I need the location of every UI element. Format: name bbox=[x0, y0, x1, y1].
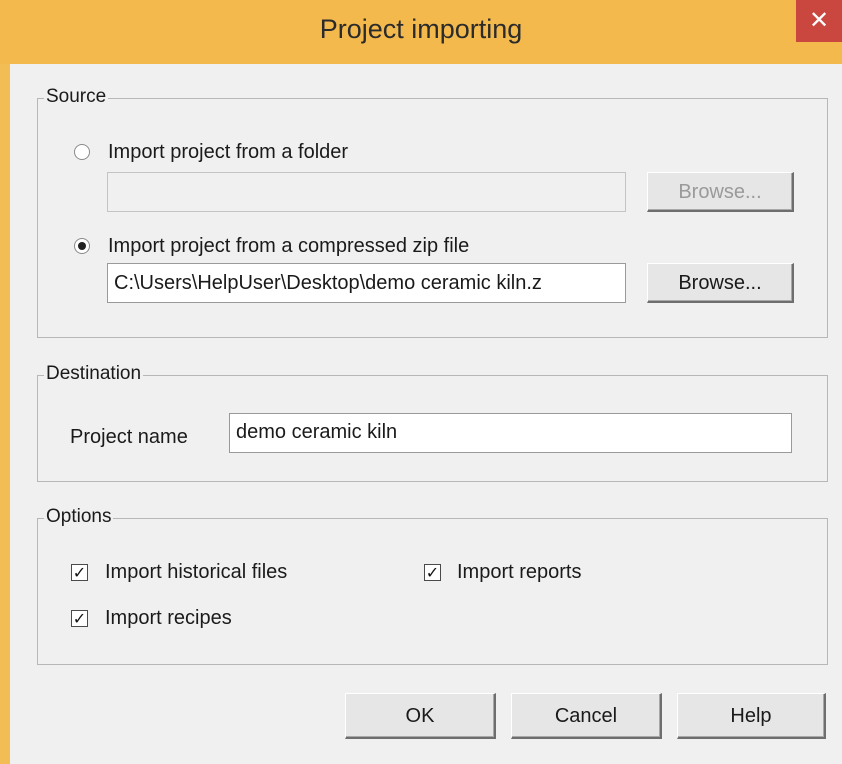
project-name-label: Project name bbox=[70, 426, 188, 448]
close-button[interactable]: ✕ bbox=[796, 0, 842, 42]
source-legend: Source bbox=[44, 85, 109, 109]
reports-label[interactable]: Import reports bbox=[457, 560, 581, 584]
historical-files-checkbox[interactable]: ✓ bbox=[71, 564, 88, 581]
source-group: Source Import project from a folder Brow… bbox=[37, 85, 828, 338]
destination-legend: Destination bbox=[44, 362, 144, 386]
title-bar[interactable]: Project importing ✕ bbox=[0, 0, 842, 64]
folder-radio[interactable] bbox=[74, 144, 90, 160]
zip-browse-button[interactable]: Browse... bbox=[647, 263, 794, 303]
recipes-checkbox[interactable]: ✓ bbox=[71, 610, 88, 627]
options-legend: Options bbox=[44, 505, 114, 529]
recipes-label[interactable]: Import recipes bbox=[105, 606, 232, 630]
reports-checkbox[interactable]: ✓ bbox=[424, 564, 441, 581]
dialog-body: Source Import project from a folder Brow… bbox=[10, 64, 842, 764]
folder-path-field[interactable] bbox=[107, 172, 626, 212]
options-group: Options ✓ Import historical files ✓ Impo… bbox=[37, 505, 828, 665]
zip-radio[interactable] bbox=[74, 238, 90, 254]
help-button[interactable]: Help bbox=[677, 693, 826, 739]
window-title: Project importing bbox=[319, 14, 523, 44]
folder-browse-button[interactable]: Browse... bbox=[647, 172, 794, 212]
historical-files-label[interactable]: Import historical files bbox=[105, 560, 287, 584]
folder-option-label[interactable]: Import project from a folder bbox=[108, 140, 348, 164]
zip-path-field[interactable]: C:\Users\HelpUser\Desktop\demo ceramic k… bbox=[107, 263, 626, 303]
ok-button[interactable]: OK bbox=[345, 693, 496, 739]
cancel-button[interactable]: Cancel bbox=[511, 693, 662, 739]
close-icon: ✕ bbox=[808, 6, 830, 34]
destination-group: Destination Project name demo ceramic ki… bbox=[37, 362, 828, 482]
zip-option-label[interactable]: Import project from a compressed zip fil… bbox=[108, 234, 469, 258]
project-name-input[interactable]: demo ceramic kiln bbox=[229, 413, 792, 453]
